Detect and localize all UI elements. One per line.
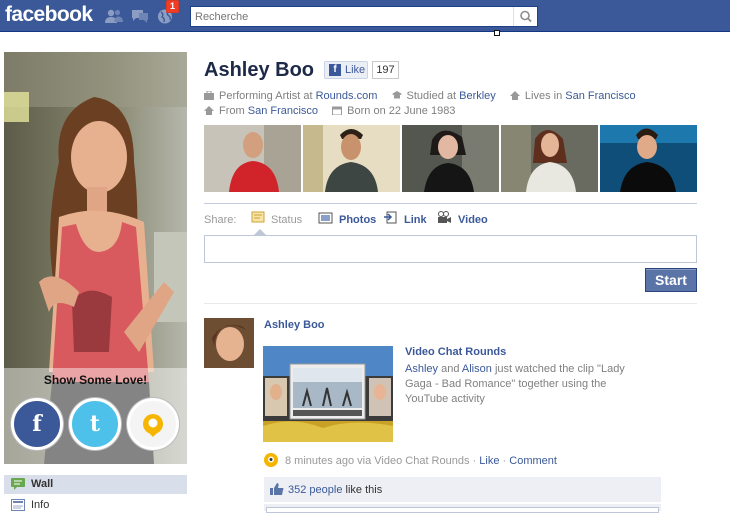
status-icon xyxy=(251,211,265,223)
messages-icon[interactable] xyxy=(131,8,149,24)
facebook-f-icon: f xyxy=(329,64,341,76)
attachment-description: Ashley and Alison just watched the clip … xyxy=(405,362,645,407)
search-button[interactable] xyxy=(513,7,537,26)
link-icon xyxy=(384,211,397,224)
calendar-icon xyxy=(332,106,343,115)
resize-handle xyxy=(494,30,500,36)
info-icon xyxy=(11,499,25,511)
lives-link[interactable]: San Francisco xyxy=(565,90,635,102)
like-count: 197 xyxy=(372,61,399,79)
study-link[interactable]: Berkley xyxy=(459,90,496,102)
story-author-name[interactable]: Ashley Boo xyxy=(264,319,325,331)
friend-requests-icon[interactable] xyxy=(105,8,123,24)
status-input[interactable] xyxy=(205,236,696,262)
twitter-share-button[interactable]: t xyxy=(69,398,121,450)
divider xyxy=(204,203,697,204)
sidebar-item-wall[interactable]: Wall xyxy=(4,475,187,494)
likes-suffix: like this xyxy=(345,484,383,496)
attachment-title-link[interactable]: Video Chat Rounds xyxy=(405,346,506,358)
notification-badge: 1 xyxy=(166,0,179,13)
work-link[interactable]: Rounds.com xyxy=(316,90,378,102)
likes-summary: 352 people like this xyxy=(264,477,661,502)
actor-ashley-link[interactable]: Ashley xyxy=(405,363,438,375)
photo-thumbnail-1[interactable] xyxy=(204,125,301,192)
from-link[interactable]: San Francisco xyxy=(248,105,318,117)
story-timestamp: 8 minutes ago via Video Chat Rounds xyxy=(285,455,470,467)
profile-info-line-1: Performing Artist at Rounds.com Studied … xyxy=(204,90,636,102)
sidebar-item-label: Wall xyxy=(31,478,54,490)
profile-info-line-2: From San Francisco Born on 22 June 1983 xyxy=(204,105,455,117)
story-like-link[interactable]: Like xyxy=(479,455,499,467)
share-label: Share: xyxy=(204,214,237,226)
story-meta: 8 minutes ago via Video Chat Rounds · Li… xyxy=(285,455,557,467)
story-comment-link[interactable]: Comment xyxy=(509,455,557,467)
search-icon xyxy=(520,10,532,23)
meta-separator: · xyxy=(502,455,507,467)
rounds-app-icon xyxy=(264,453,278,467)
work-prefix: Performing Artist at xyxy=(219,90,313,102)
facebook-share-button[interactable]: f xyxy=(11,398,63,450)
meta-separator: · xyxy=(472,455,477,467)
rounds-share-button[interactable] xyxy=(127,398,179,450)
top-bar: facebook 1 xyxy=(0,0,730,32)
home-icon xyxy=(509,91,520,100)
like-page-button[interactable]: f Like xyxy=(324,61,368,79)
facebook-logo[interactable]: facebook xyxy=(5,3,93,27)
video-attachment-thumbnail[interactable] xyxy=(263,346,393,442)
location-icon xyxy=(204,106,214,115)
video-camera-icon xyxy=(438,211,451,223)
share-link-tab[interactable]: Link xyxy=(404,214,427,226)
rounds-icon xyxy=(143,414,163,437)
photo-thumbnail-5[interactable] xyxy=(600,125,697,192)
sidebar-item-label: Info xyxy=(31,499,50,511)
likes-count-link[interactable]: 352 people xyxy=(288,484,342,496)
desc-text: just watched the clip "Lady Gaga - Bad R… xyxy=(405,363,625,405)
desc-conjunction: and xyxy=(441,363,460,375)
divider xyxy=(204,303,697,304)
start-button[interactable]: Start xyxy=(645,268,697,292)
search-box xyxy=(190,6,538,27)
share-status-tab[interactable]: Status xyxy=(271,214,302,226)
status-composer[interactable] xyxy=(204,235,697,263)
share-photos-tab[interactable]: Photos xyxy=(339,214,376,226)
lives-prefix: Lives in xyxy=(524,90,563,102)
photo-thumbnail-4[interactable] xyxy=(501,125,598,192)
born-date: Born on 22 June 1983 xyxy=(347,105,456,117)
story-author-avatar[interactable] xyxy=(204,318,254,368)
photo-thumbnail-2[interactable] xyxy=(303,125,400,192)
twitter-icon: t xyxy=(89,411,101,437)
actor-alison-link[interactable]: Alison xyxy=(462,363,492,375)
graduation-cap-icon xyxy=(391,91,402,99)
briefcase-icon xyxy=(204,91,214,100)
like-label: Like xyxy=(345,64,366,76)
photo-thumbnail-3[interactable] xyxy=(402,125,499,192)
photos-icon xyxy=(318,212,333,224)
study-prefix: Studied at xyxy=(406,90,457,102)
profile-name: Ashley Boo xyxy=(204,59,315,81)
comment-area xyxy=(264,504,661,513)
show-love-title: Show Some Love! xyxy=(43,373,148,387)
facebook-icon: f xyxy=(32,411,42,437)
wall-icon xyxy=(11,478,25,490)
search-input[interactable] xyxy=(191,7,513,26)
from-prefix: From xyxy=(219,105,245,117)
thumbs-up-icon xyxy=(270,483,284,495)
sidebar-item-info[interactable]: Info xyxy=(4,496,187,515)
comment-input[interactable] xyxy=(266,507,659,513)
share-video-tab[interactable]: Video xyxy=(458,214,488,226)
